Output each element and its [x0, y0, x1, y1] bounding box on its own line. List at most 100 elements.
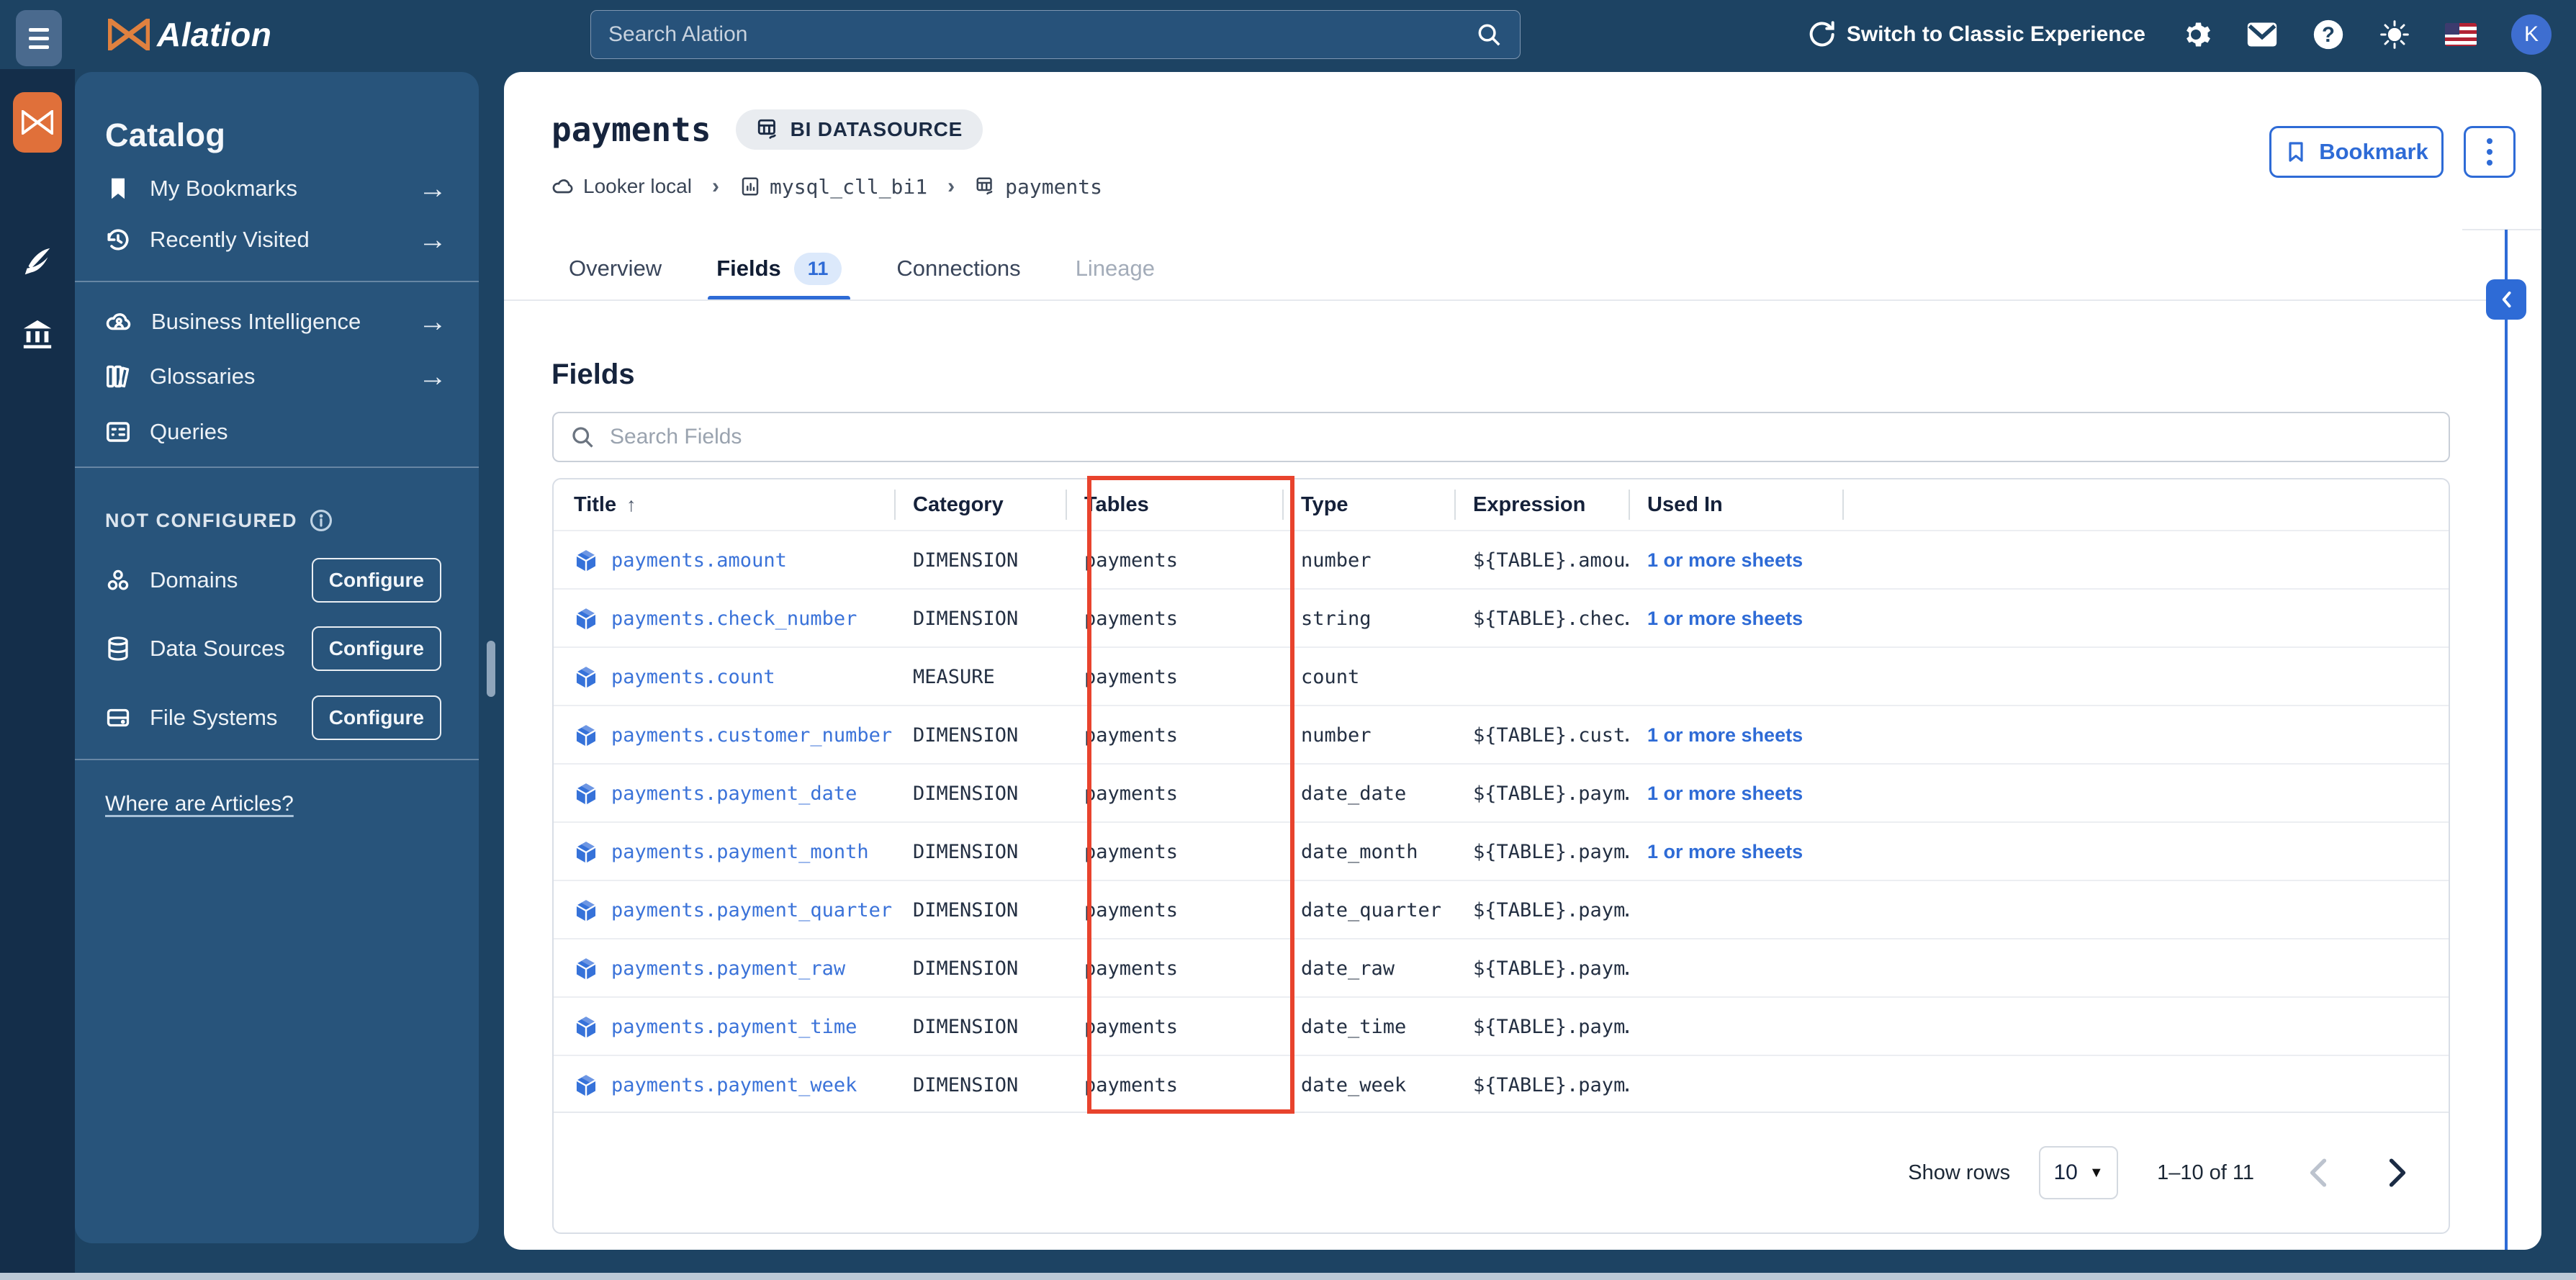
- rail-compose-button[interactable]: [13, 238, 62, 287]
- field-title-cell: payments.payment_raw: [554, 939, 894, 998]
- table-row: payments.count MEASURE payments count: [554, 646, 2449, 705]
- search-icon: [569, 424, 595, 450]
- used-in-link[interactable]: 1 or more sheets: [1647, 724, 1803, 747]
- field-spacer-cell: [1842, 590, 2449, 648]
- next-page-button[interactable]: [2372, 1148, 2423, 1198]
- field-title-link[interactable]: payments.payment_month: [611, 841, 869, 863]
- sidebar-item-recently-visited[interactable]: Recently Visited →: [75, 214, 479, 266]
- sidebar-item-queries[interactable]: Queries: [75, 406, 479, 458]
- breadcrumb-item-looker-local[interactable]: Looker local: [551, 175, 692, 198]
- looker-field-cube-icon: [574, 549, 598, 573]
- sidebar-item-business-intelligence[interactable]: Business Intelligence →: [75, 296, 479, 348]
- tab-overview[interactable]: Overview: [566, 236, 665, 301]
- configure-file-systems-button[interactable]: Configure: [311, 695, 441, 740]
- sidebar-item-file-systems: File Systems Configure: [75, 692, 479, 744]
- used-in-link[interactable]: 1 or more sheets: [1647, 608, 1803, 630]
- field-expression-cell: ${TABLE}.paym…: [1473, 1074, 1629, 1096]
- settings-gear-icon[interactable]: [2180, 19, 2212, 50]
- catalog-sidebar: Catalog My Bookmarks → Recently Visited …: [75, 72, 479, 1243]
- field-expression-cell: ${TABLE}.amou…: [1473, 549, 1629, 572]
- looker-field-cube-icon: [574, 782, 598, 806]
- column-header-category[interactable]: Category: [894, 479, 1066, 530]
- sidebar-heading: Catalog: [105, 117, 226, 153]
- sidebar-item-my-bookmarks[interactable]: My Bookmarks →: [75, 163, 479, 215]
- pagination-range: 1–10 of 11: [2157, 1160, 2254, 1184]
- fields-table: Title ↑ Category Tables Type Expression …: [552, 478, 2450, 1234]
- field-expression-cell: ${TABLE}.paym…: [1473, 1016, 1629, 1038]
- field-title-cell: payments.payment_month: [554, 823, 894, 881]
- more-actions-button[interactable]: [2464, 126, 2516, 178]
- collapse-panel-button[interactable]: [2486, 279, 2526, 320]
- used-in-link[interactable]: 1 or more sheets: [1647, 549, 1803, 572]
- svg-text:?: ?: [2322, 23, 2335, 47]
- sidebar-scrollbar-thumb[interactable]: [487, 641, 495, 697]
- field-title-link[interactable]: payments.check_number: [611, 608, 857, 630]
- configure-domains-button[interactable]: Configure: [311, 558, 441, 603]
- column-header-used-in[interactable]: Used In: [1629, 479, 1842, 530]
- field-title-link[interactable]: payments.payment_week: [611, 1074, 857, 1096]
- field-spacer-cell: [1842, 823, 2449, 881]
- bookmark-button[interactable]: Bookmark: [2269, 126, 2444, 178]
- column-header-tables[interactable]: Tables: [1066, 479, 1282, 530]
- rail-catalog-button[interactable]: [13, 92, 62, 153]
- info-icon[interactable]: [309, 508, 333, 533]
- help-icon[interactable]: ?: [2312, 19, 2344, 50]
- rows-per-page-select[interactable]: 10 ▼: [2039, 1146, 2119, 1199]
- window-bottom-edge: [0, 1273, 2576, 1280]
- show-rows-label: Show rows: [1908, 1160, 2011, 1184]
- tab-connections[interactable]: Connections: [893, 236, 1023, 301]
- rail-governance-button[interactable]: [13, 310, 62, 359]
- global-search-input[interactable]: [608, 22, 1475, 47]
- used-in-link[interactable]: 1 or more sheets: [1647, 783, 1803, 805]
- field-title-link[interactable]: payments.count: [611, 666, 775, 688]
- field-used-in-cell: 1 or more sheets: [1629, 531, 1842, 590]
- fields-section-heading: Fields: [551, 359, 635, 390]
- fields-count-badge: 11: [793, 252, 842, 285]
- arrow-right-icon: →: [418, 361, 447, 392]
- alation-logo[interactable]: Alation: [108, 0, 271, 69]
- where-are-articles-link[interactable]: Where are Articles?: [105, 792, 294, 816]
- field-title-link[interactable]: payments.payment_raw: [611, 957, 845, 980]
- configure-data-sources-button[interactable]: Configure: [311, 626, 441, 671]
- field-title-link[interactable]: payments.amount: [611, 549, 787, 572]
- fields-search-input[interactable]: [610, 425, 2433, 449]
- column-header-type[interactable]: Type: [1282, 479, 1454, 530]
- sidebar-divider: [75, 281, 479, 282]
- switch-to-classic-button[interactable]: Switch to Classic Experience: [1806, 20, 2145, 49]
- table-row: payments.payment_week DIMENSION payments da…: [554, 1055, 2449, 1113]
- alation-app-window: Alation Switch to Classic Experience ?: [0, 0, 2576, 1280]
- sidebar-divider: [75, 467, 479, 468]
- field-expression-cell: [1454, 648, 1629, 706]
- column-header-spacer: [1842, 479, 2449, 530]
- tab-fields[interactable]: Fields 11: [708, 236, 851, 301]
- looker-field-cube-icon: [574, 724, 598, 748]
- breadcrumb-item-payments[interactable]: payments: [975, 175, 1102, 199]
- search-icon[interactable]: [1475, 21, 1503, 48]
- report-icon: [739, 176, 761, 197]
- mail-icon[interactable]: [2246, 19, 2278, 50]
- field-tables-cell: payments: [1084, 783, 1179, 805]
- fields-search-bar[interactable]: [552, 412, 2450, 462]
- field-category-cell: DIMENSION: [913, 1074, 1019, 1096]
- sidebar-item-domains: Domains Configure: [75, 554, 479, 606]
- used-in-link[interactable]: 1 or more sheets: [1647, 841, 1803, 863]
- sidebar-item-glossaries[interactable]: Glossaries →: [75, 351, 479, 402]
- field-title-link[interactable]: payments.payment_quarter: [611, 899, 892, 921]
- user-avatar[interactable]: K: [2511, 14, 2552, 55]
- global-search-bar[interactable]: [590, 10, 1521, 59]
- field-type-cell: date_time: [1301, 1016, 1407, 1038]
- theme-sun-icon[interactable]: [2379, 19, 2410, 50]
- tab-lineage[interactable]: Lineage: [1073, 236, 1158, 301]
- column-header-expression[interactable]: Expression: [1454, 479, 1629, 530]
- breadcrumb-item-mysql-cll-bi1[interactable]: mysql_cll_bi1: [739, 175, 927, 199]
- field-used-in-cell: 1 or more sheets: [1629, 765, 1842, 823]
- language-flag-icon[interactable]: [2445, 19, 2477, 50]
- field-title-link[interactable]: payments.payment_time: [611, 1016, 857, 1038]
- glossary-books-icon: [105, 364, 131, 389]
- previous-page-button[interactable]: [2293, 1148, 2343, 1198]
- field-title-link[interactable]: payments.payment_date: [611, 783, 857, 805]
- column-header-title[interactable]: Title ↑: [554, 479, 894, 530]
- hamburger-menu-button[interactable]: [16, 10, 62, 66]
- field-title-link[interactable]: payments.customer_number: [611, 724, 892, 747]
- table-row: payments.payment_date DIMENSION payments da…: [554, 763, 2449, 821]
